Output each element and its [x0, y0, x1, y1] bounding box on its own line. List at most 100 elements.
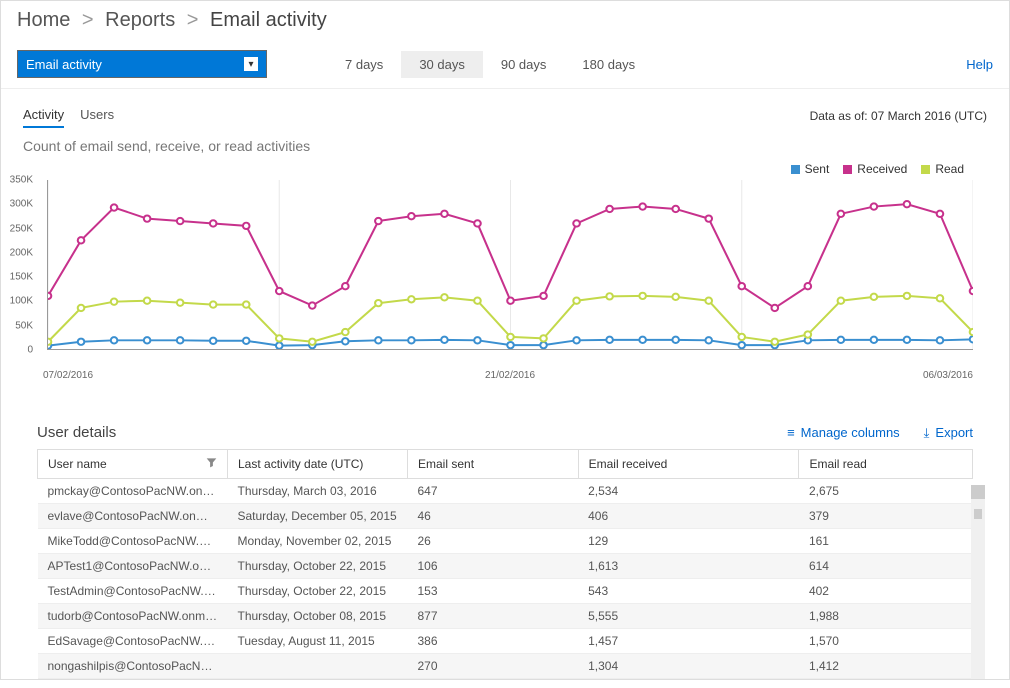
- table-scrollbar[interactable]: [971, 485, 985, 679]
- x-tick-label: 06/03/2016: [923, 370, 973, 381]
- scrollbar-up-arrow[interactable]: [971, 485, 985, 499]
- manage-columns-button[interactable]: ≡ Manage columns: [787, 425, 900, 441]
- legend-sent-swatch: [791, 165, 800, 174]
- range-90days[interactable]: 90 days: [483, 51, 565, 78]
- report-type-dropdown[interactable]: Email activity ▾: [17, 50, 267, 78]
- cell-read: 1,412: [799, 654, 973, 679]
- breadcrumb-home[interactable]: Home: [17, 9, 70, 31]
- y-tick-label: 250K: [10, 223, 33, 234]
- legend-read[interactable]: Read: [921, 162, 964, 176]
- export-label: Export: [935, 425, 973, 440]
- table-row[interactable]: nongashilpis@ContosoPacNW.o... 2701,3041,…: [38, 654, 973, 679]
- col-header-read[interactable]: Email read: [799, 450, 973, 479]
- dropdown-label: Email activity: [26, 57, 102, 72]
- breadcrumb-current: Email activity: [210, 9, 327, 31]
- col-header-user[interactable]: User name: [38, 450, 228, 479]
- cell-user: APTest1@ContosoPacNW.onmi...: [38, 554, 228, 579]
- cell-user: TestAdmin@ContosoPacNW.on...: [38, 579, 228, 604]
- range-30days[interactable]: 30 days: [401, 51, 483, 78]
- hamburger-icon: ≡: [787, 425, 795, 440]
- cell-received: 1,457: [578, 629, 799, 654]
- table-row[interactable]: pmckay@ContosoPacNW.onmicr...Thursday, M…: [38, 479, 973, 504]
- breadcrumb-reports[interactable]: Reports: [105, 9, 175, 31]
- table-row[interactable]: evlave@ContosoPacNW.onmicr...Saturday, D…: [38, 504, 973, 529]
- cell-sent: 153: [408, 579, 579, 604]
- cell-received: 5,555: [578, 604, 799, 629]
- y-tick-label: 150K: [10, 272, 33, 283]
- col-header-date[interactable]: Last activity date (UTC): [228, 450, 408, 479]
- legend-received[interactable]: Received: [843, 162, 907, 176]
- cell-read: 379: [799, 504, 973, 529]
- breadcrumb-sep: >: [82, 9, 94, 31]
- cell-received: 1,304: [578, 654, 799, 679]
- y-tick-label: 0: [27, 345, 33, 356]
- sub-tab-bar: Activity Users Data as of: 07 March 2016…: [1, 89, 1009, 128]
- cell-read: 2,675: [799, 479, 973, 504]
- cell-received: 2,534: [578, 479, 799, 504]
- cell-sent: 877: [408, 604, 579, 629]
- breadcrumb: Home > Reports > Email activity: [1, 1, 1009, 40]
- col-header-received[interactable]: Email received: [578, 450, 799, 479]
- legend-read-label: Read: [935, 162, 964, 176]
- table-row[interactable]: TestAdmin@ContosoPacNW.on...Thursday, Oc…: [38, 579, 973, 604]
- table-row[interactable]: MikeTodd@ContosoPacNW.on...Monday, Novem…: [38, 529, 973, 554]
- table-row[interactable]: EdSavage@ContosoPacNW.on...Tuesday, Augu…: [38, 629, 973, 654]
- details-title: User details: [37, 424, 116, 441]
- cell-user: nongashilpis@ContosoPacNW.o...: [38, 654, 228, 679]
- table-row[interactable]: tudorb@ContosoPacNW.onmicr...Thursday, O…: [38, 604, 973, 629]
- cell-received: 543: [578, 579, 799, 604]
- cell-user: evlave@ContosoPacNW.onmicr...: [38, 504, 228, 529]
- col-header-user-label: User name: [48, 457, 107, 471]
- chart: 050K100K150K200K250K300K350K 07/02/20162…: [1, 180, 1009, 394]
- cell-sent: 106: [408, 554, 579, 579]
- chart-y-axis: 050K100K150K200K250K300K350K: [7, 180, 37, 350]
- chart-x-axis: 07/02/201621/02/201606/03/2016: [47, 370, 973, 386]
- cell-received: 406: [578, 504, 799, 529]
- chart-plot-area: [47, 180, 973, 350]
- cell-sent: 647: [408, 479, 579, 504]
- legend-received-label: Received: [857, 162, 907, 176]
- legend-received-swatch: [843, 165, 852, 174]
- x-tick-label: 21/02/2016: [485, 370, 535, 381]
- cell-date: Saturday, December 05, 2015: [228, 504, 408, 529]
- legend-sent[interactable]: Sent: [791, 162, 830, 176]
- tab-users[interactable]: Users: [80, 103, 114, 128]
- toolbar: Email activity ▾ 7 days 30 days 90 days …: [1, 40, 1009, 89]
- cell-sent: 270: [408, 654, 579, 679]
- range-180days[interactable]: 180 days: [564, 51, 653, 78]
- table-row[interactable]: APTest1@ContosoPacNW.onmi...Thursday, Oc…: [38, 554, 973, 579]
- y-tick-label: 200K: [10, 247, 33, 258]
- help-link[interactable]: Help: [966, 57, 993, 72]
- cell-received: 1,613: [578, 554, 799, 579]
- y-tick-label: 350K: [10, 175, 33, 186]
- y-tick-label: 100K: [10, 296, 33, 307]
- details-table: User name Last activity date (UTC) Email…: [37, 449, 973, 679]
- chevron-down-icon: ▾: [244, 57, 258, 71]
- col-header-sent[interactable]: Email sent: [408, 450, 579, 479]
- cell-date: Thursday, October 22, 2015: [228, 579, 408, 604]
- filter-icon[interactable]: [206, 457, 217, 471]
- data-as-of-label: Data as of: 07 March 2016 (UTC): [810, 109, 987, 123]
- manage-columns-label: Manage columns: [801, 425, 900, 440]
- cell-read: 614: [799, 554, 973, 579]
- cell-date: Thursday, March 03, 2016: [228, 479, 408, 504]
- export-button[interactable]: ⤓ Export: [924, 425, 973, 441]
- cell-user: pmckay@ContosoPacNW.onmicr...: [38, 479, 228, 504]
- chart-subtitle: Count of email send, receive, or read ac…: [1, 128, 1009, 162]
- details-header: User details ≡ Manage columns ⤓ Export: [1, 394, 1009, 449]
- cell-read: 1,988: [799, 604, 973, 629]
- cell-user: tudorb@ContosoPacNW.onmicr...: [38, 604, 228, 629]
- range-7days[interactable]: 7 days: [327, 51, 401, 78]
- cell-read: 1,570: [799, 629, 973, 654]
- cell-read: 161: [799, 529, 973, 554]
- cell-sent: 386: [408, 629, 579, 654]
- x-tick-label: 07/02/2016: [43, 370, 93, 381]
- tab-activity[interactable]: Activity: [23, 103, 64, 128]
- scrollbar-thumb[interactable]: [974, 509, 982, 519]
- cell-user: MikeTodd@ContosoPacNW.on...: [38, 529, 228, 554]
- cell-date: Thursday, October 08, 2015: [228, 604, 408, 629]
- legend-sent-label: Sent: [805, 162, 830, 176]
- time-range-tabs: 7 days 30 days 90 days 180 days: [327, 51, 653, 78]
- cell-user: EdSavage@ContosoPacNW.on...: [38, 629, 228, 654]
- chart-legend: Sent Received Read: [1, 162, 1009, 180]
